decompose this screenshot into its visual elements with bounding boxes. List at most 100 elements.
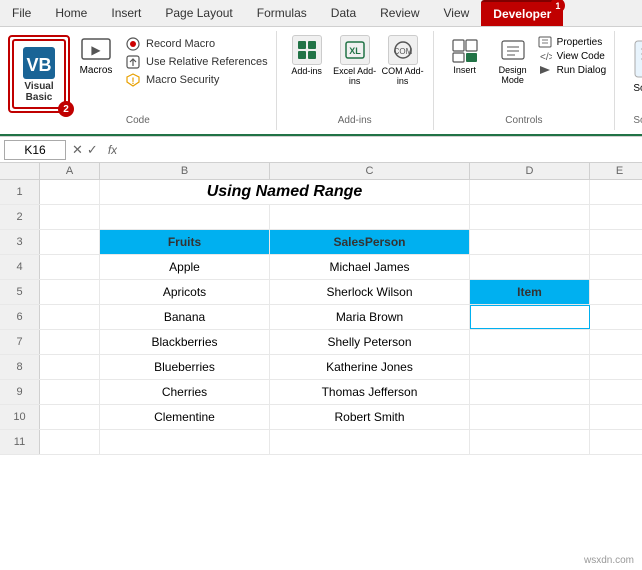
cell-d3[interactable] — [470, 230, 590, 254]
cell-blueberries[interactable]: Blueberries — [100, 355, 270, 379]
col-header-a[interactable]: A — [40, 163, 100, 179]
name-box[interactable] — [4, 140, 66, 160]
cell-d1[interactable] — [470, 180, 590, 204]
cell-e3[interactable] — [590, 230, 642, 254]
insert-button[interactable]: Insert — [442, 35, 488, 77]
cell-a4[interactable] — [40, 255, 100, 279]
cell-d9[interactable] — [470, 380, 590, 404]
cell-d8[interactable] — [470, 355, 590, 379]
cell-robert[interactable]: Robert Smith — [270, 405, 470, 429]
cell-item-header[interactable]: Item — [470, 280, 590, 304]
cell-clementine[interactable]: Clementine — [100, 405, 270, 429]
tab-view[interactable]: View — [432, 0, 482, 26]
cell-maria[interactable]: Maria Brown — [270, 305, 470, 329]
cell-d10[interactable] — [470, 405, 590, 429]
cell-a11[interactable] — [40, 430, 100, 454]
com-addins-button[interactable]: COM COM Add-ins — [381, 35, 425, 87]
svg-text:VB: VB — [26, 55, 51, 75]
record-macro-button[interactable]: Record Macro — [124, 35, 268, 53]
cell-e8[interactable] — [590, 355, 642, 379]
svg-text:!: ! — [132, 76, 135, 86]
view-code-button[interactable]: </> View Code — [538, 49, 606, 63]
cell-a9[interactable] — [40, 380, 100, 404]
row-num-11: 11 — [0, 430, 40, 454]
cell-fruits-header[interactable]: Fruits — [100, 230, 270, 254]
developer-tab-badge: 1 — [550, 0, 565, 13]
cell-thomas[interactable]: Thomas Jefferson — [270, 380, 470, 404]
macro-security-button[interactable]: ! Macro Security — [124, 71, 268, 89]
run-dialog-button[interactable]: Run Dialog — [538, 63, 606, 77]
cell-banana[interactable]: Banana — [100, 305, 270, 329]
view-code-label: View Code — [557, 51, 605, 62]
excel-addins-button[interactable]: XL Excel Add-ins — [333, 35, 377, 87]
cell-katherine[interactable]: Katherine Jones — [270, 355, 470, 379]
cell-cherries[interactable]: Cherries — [100, 380, 270, 404]
cell-a6[interactable] — [40, 305, 100, 329]
tab-formulas[interactable]: Formulas — [245, 0, 319, 26]
cell-b2[interactable] — [100, 205, 270, 229]
cell-blackberries[interactable]: Blackberries — [100, 330, 270, 354]
cell-a3[interactable] — [40, 230, 100, 254]
col-headers: A B C D E — [0, 163, 642, 180]
properties-button[interactable]: Properties — [538, 35, 606, 49]
source-button[interactable]: S Source — [623, 35, 642, 98]
cancel-formula-icon[interactable]: ✕ — [72, 142, 83, 158]
col-header-b[interactable]: B — [100, 163, 270, 179]
cell-e4[interactable] — [590, 255, 642, 279]
cell-c2[interactable] — [270, 205, 470, 229]
tab-insert[interactable]: Insert — [99, 0, 153, 26]
cell-a7[interactable] — [40, 330, 100, 354]
tab-page-layout[interactable]: Page Layout — [153, 0, 244, 26]
visual-basic-icon: VB — [21, 45, 57, 81]
cell-a10[interactable] — [40, 405, 100, 429]
table-row: 2 — [0, 205, 642, 230]
tab-review[interactable]: Review — [368, 0, 431, 26]
visual-basic-button[interactable]: VB VisualBasic — [12, 39, 66, 109]
addins-button[interactable]: Add-ins — [285, 35, 329, 77]
cell-d2[interactable] — [470, 205, 590, 229]
cell-d7[interactable] — [470, 330, 590, 354]
cell-b11[interactable] — [100, 430, 270, 454]
cell-a8[interactable] — [40, 355, 100, 379]
cell-apple[interactable]: Apple — [100, 255, 270, 279]
tab-data[interactable]: Data — [319, 0, 368, 26]
cell-a1[interactable] — [40, 180, 100, 204]
tab-file[interactable]: File — [0, 0, 43, 26]
cell-e1[interactable] — [590, 180, 642, 204]
cell-e6[interactable] — [590, 305, 642, 329]
design-mode-button[interactable]: Design Mode — [490, 35, 536, 87]
confirm-formula-icon[interactable]: ✓ — [87, 142, 98, 158]
tab-home[interactable]: Home — [43, 0, 99, 26]
cell-e9[interactable] — [590, 380, 642, 404]
formula-input[interactable] — [117, 143, 638, 157]
cell-e5[interactable] — [590, 280, 642, 304]
col-header-e[interactable]: E — [590, 163, 642, 179]
cell-c11[interactable] — [270, 430, 470, 454]
insert-icon — [450, 37, 480, 65]
svg-text:▶: ▶ — [91, 43, 101, 57]
cell-d4[interactable] — [470, 255, 590, 279]
cell-shelly[interactable]: Shelly Peterson — [270, 330, 470, 354]
controls-middle: Design Mode — [490, 35, 536, 87]
relative-references-button[interactable]: Use Relative References — [124, 53, 268, 71]
cell-d6[interactable] — [470, 305, 590, 329]
macros-button[interactable]: ▶ Macros — [72, 35, 120, 78]
cell-apricots[interactable]: Apricots — [100, 280, 270, 304]
formula-bar: ✕ ✓ fx — [0, 137, 642, 163]
view-code-icon: </> — [538, 50, 554, 62]
col-header-c[interactable]: C — [270, 163, 470, 179]
cell-sherlock[interactable]: Sherlock Wilson — [270, 280, 470, 304]
cell-e11[interactable] — [590, 430, 642, 454]
row-num-7: 7 — [0, 330, 40, 354]
cell-michael[interactable]: Michael James — [270, 255, 470, 279]
col-header-d[interactable]: D — [470, 163, 590, 179]
macros-label: Macros — [80, 65, 113, 76]
cell-e2[interactable] — [590, 205, 642, 229]
cell-e7[interactable] — [590, 330, 642, 354]
cell-b1-title[interactable]: Using Named Range — [100, 180, 470, 204]
cell-e10[interactable] — [590, 405, 642, 429]
cell-d11[interactable] — [470, 430, 590, 454]
cell-a2[interactable] — [40, 205, 100, 229]
cell-a5[interactable] — [40, 280, 100, 304]
cell-salesperson-header[interactable]: SalesPerson — [270, 230, 470, 254]
